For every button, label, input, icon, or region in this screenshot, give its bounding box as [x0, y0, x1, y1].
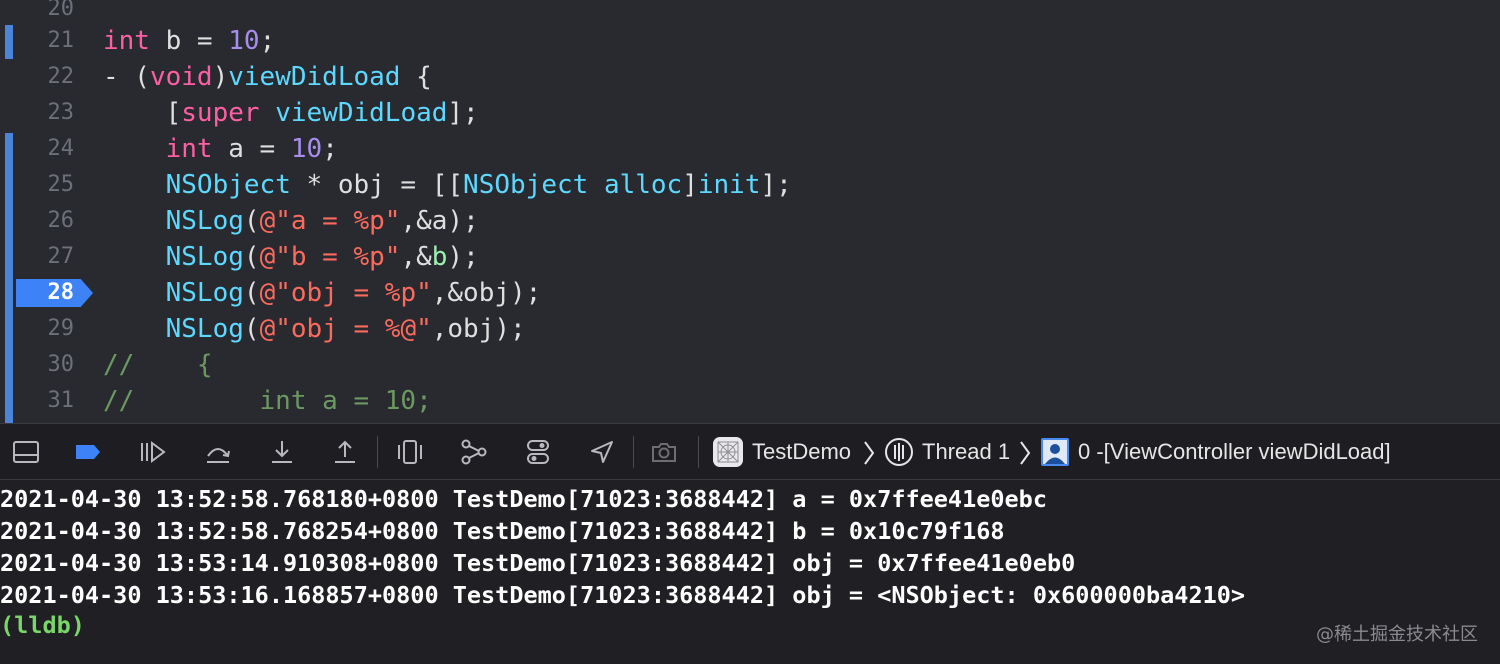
memory-graph-icon[interactable]: [460, 438, 488, 466]
toolbar-separator: [633, 436, 634, 468]
line-number[interactable]: 21: [22, 23, 75, 59]
code-text: NSLog(@"b = %p",&b);: [165, 242, 479, 272]
code-line: 25 NSObject * obj = [[NSObject alloc]ini…: [0, 167, 1500, 203]
breadcrumb-frame[interactable]: 0 -[ViewController viewDidLoad]: [1078, 424, 1391, 480]
code-line: 29 NSLog(@"obj = %@",obj);: [0, 311, 1500, 347]
line-number[interactable]: 26: [22, 203, 75, 239]
chevron-right-icon: [1018, 440, 1032, 466]
code-line: 31 // int a = 10;: [0, 383, 1500, 419]
chevron-right-icon: [862, 440, 876, 466]
step-over-icon[interactable]: [204, 438, 232, 466]
line-number[interactable]: 28: [22, 275, 75, 311]
code-editor[interactable]: 20 21 int b = 10; 22 - (void)viewDidLoad…: [0, 0, 1500, 423]
console-line: 2021-04-30 13:53:16.168857+0800 TestDemo…: [0, 581, 1246, 609]
code-line: 26 NSLog(@"a = %p",&a);: [0, 203, 1500, 239]
code-text: NSObject * obj = [[NSObject alloc]init];: [165, 170, 792, 200]
debug-console[interactable]: 2021-04-30 13:52:58.768180+0800 TestDemo…: [0, 481, 1500, 664]
code-line-current: 28 NSLog(@"obj = %p",&obj);: [0, 275, 1500, 311]
breadcrumb-thread[interactable]: Thread 1: [922, 424, 1010, 480]
breakpoints-icon[interactable]: [74, 438, 102, 466]
code-text: NSLog(@"obj = %@",obj);: [165, 314, 526, 344]
thread-icon: [884, 437, 914, 467]
code-text: int a = 10;: [165, 134, 338, 164]
line-number[interactable]: 25: [22, 167, 75, 203]
continue-icon[interactable]: [138, 438, 166, 466]
code-line: 27 NSLog(@"b = %p",&b);: [0, 239, 1500, 275]
console-line: 2021-04-30 13:52:58.768180+0800 TestDemo…: [0, 485, 1047, 513]
code-line: 30 // {: [0, 347, 1500, 383]
code-text: NSLog(@"a = %p",&a);: [165, 206, 479, 236]
console-line: 2021-04-30 13:52:58.768254+0800 TestDemo…: [0, 517, 1005, 545]
watermark: @稀土掘金技术社区: [1316, 624, 1478, 645]
app-icon: [712, 436, 744, 468]
code-text: - (void)viewDidLoad {: [103, 62, 432, 92]
line-number[interactable]: 31: [22, 383, 75, 419]
breadcrumb-app[interactable]: TestDemo: [752, 424, 851, 480]
simulate-location-icon[interactable]: [588, 438, 616, 466]
environment-overrides-icon[interactable]: [524, 438, 552, 466]
toolbar-separator: [698, 436, 699, 468]
code-line: 22 - (void)viewDidLoad {: [0, 59, 1500, 95]
camera-icon[interactable]: [650, 438, 678, 466]
code-line: 21 int b = 10;: [0, 23, 1500, 59]
line-number[interactable]: 27: [22, 239, 75, 275]
hide-console-icon[interactable]: [12, 438, 40, 466]
line-number[interactable]: 29: [22, 311, 75, 347]
debug-bar: TestDemo Thread 1 0 -[ViewController vie…: [0, 423, 1500, 480]
line-number[interactable]: 22: [22, 59, 75, 95]
view-hierarchy-icon[interactable]: [396, 438, 424, 466]
console-line: 2021-04-30 13:53:14.910308+0800 TestDemo…: [0, 549, 1076, 577]
line-number[interactable]: 23: [22, 95, 75, 131]
code-text: [super viewDidLoad];: [103, 98, 479, 128]
toolbar-separator: [377, 436, 378, 468]
code-text: NSLog(@"obj = %p",&obj);: [165, 278, 542, 308]
stack-frame-icon: [1040, 437, 1070, 467]
step-into-icon[interactable]: [268, 438, 296, 466]
code-text: // int a = 10;: [103, 386, 432, 416]
line-number[interactable]: 24: [22, 131, 75, 167]
line-number[interactable]: 30: [22, 347, 75, 383]
code-line: 24 int a = 10;: [0, 131, 1500, 167]
code-text: int b = 10;: [103, 26, 276, 56]
code-line: 23 [super viewDidLoad];: [0, 95, 1500, 131]
code-text: // {: [103, 350, 213, 380]
step-out-icon[interactable]: [331, 438, 359, 466]
lldb-prompt[interactable]: (lldb): [0, 609, 85, 641]
